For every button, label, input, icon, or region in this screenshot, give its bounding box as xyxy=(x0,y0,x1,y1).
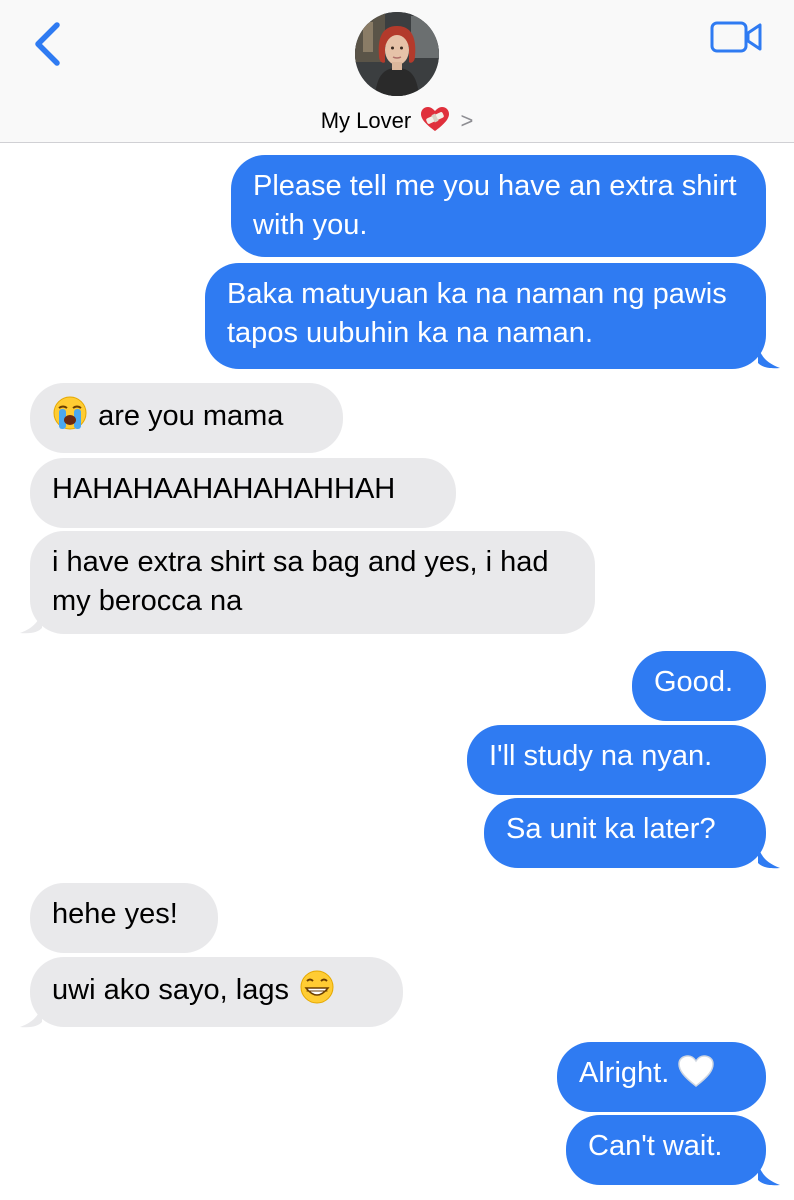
message-text: Baka matuyuan ka na naman ng pawis tapos… xyxy=(227,278,727,349)
message-text: Can't wait. xyxy=(588,1130,723,1162)
message-text: I'll study na nyan. xyxy=(489,740,713,772)
message-bubble-sent[interactable]: I'll study na nyan. xyxy=(467,725,766,795)
conversation-header: My Lover > xyxy=(0,0,794,143)
message-bubble-sent[interactable]: Can't wait. xyxy=(566,1115,766,1185)
message-bubble-sent[interactable]: Good. xyxy=(632,651,766,721)
message-thread[interactable]: Please tell me you have an extra shirt w… xyxy=(0,142,794,1200)
message-text: Alright. xyxy=(579,1057,670,1089)
message-text: Sa unit ka later? xyxy=(506,813,716,845)
contact-name: My Lover xyxy=(320,108,412,133)
bubble-tail xyxy=(20,610,42,634)
message-bubble-received[interactable]: i have extra shirt sa bag and yes, i had… xyxy=(30,531,595,634)
grinning-face-icon xyxy=(297,969,337,1016)
message-bubble-received[interactable]: hehe yes! xyxy=(30,883,218,953)
message-bubble-sent[interactable]: Baka matuyuan ka na naman ng pawis tapos… xyxy=(205,263,766,369)
chevron-left-icon xyxy=(35,22,60,66)
contact-photo xyxy=(355,12,439,96)
message-text: i have extra shirt sa bag and yes, i had… xyxy=(52,546,549,617)
avatar[interactable] xyxy=(355,12,439,96)
heart-with-bandage-icon xyxy=(420,106,450,140)
bubble-tail xyxy=(758,345,780,369)
bubble-tail xyxy=(758,845,780,869)
chevron-right-icon: > xyxy=(460,108,474,133)
message-bubble-received[interactable]: uwi ako sayo, lags xyxy=(30,957,403,1027)
message-text: HAHAHAAHAHAHAHHAH xyxy=(52,473,396,505)
message-bubble-sent[interactable]: Alright. xyxy=(557,1042,766,1112)
message-bubble-sent[interactable]: Please tell me you have an extra shirt w… xyxy=(231,155,766,257)
bubble-tail xyxy=(758,1162,780,1186)
message-text: hehe yes! xyxy=(52,898,178,930)
loudly-crying-face-icon xyxy=(50,395,90,442)
message-text: uwi ako sayo, lags xyxy=(52,974,289,1006)
message-text: Good. xyxy=(654,666,733,698)
video-call-button[interactable] xyxy=(710,20,764,54)
message-text: are you mama xyxy=(98,400,284,432)
message-text: Please tell me you have an extra shirt w… xyxy=(253,170,737,241)
message-bubble-received[interactable]: are you mama xyxy=(30,383,343,453)
back-button[interactable] xyxy=(30,20,66,68)
video-camera-icon xyxy=(710,21,762,53)
contact-name-button[interactable]: My Lover > xyxy=(0,106,794,140)
white-heart-icon xyxy=(677,1054,715,1099)
message-bubble-received[interactable]: HAHAHAAHAHAHAHHAH xyxy=(30,458,456,528)
bubble-tail xyxy=(20,1004,42,1028)
message-bubble-sent[interactable]: Sa unit ka later? xyxy=(484,798,766,868)
